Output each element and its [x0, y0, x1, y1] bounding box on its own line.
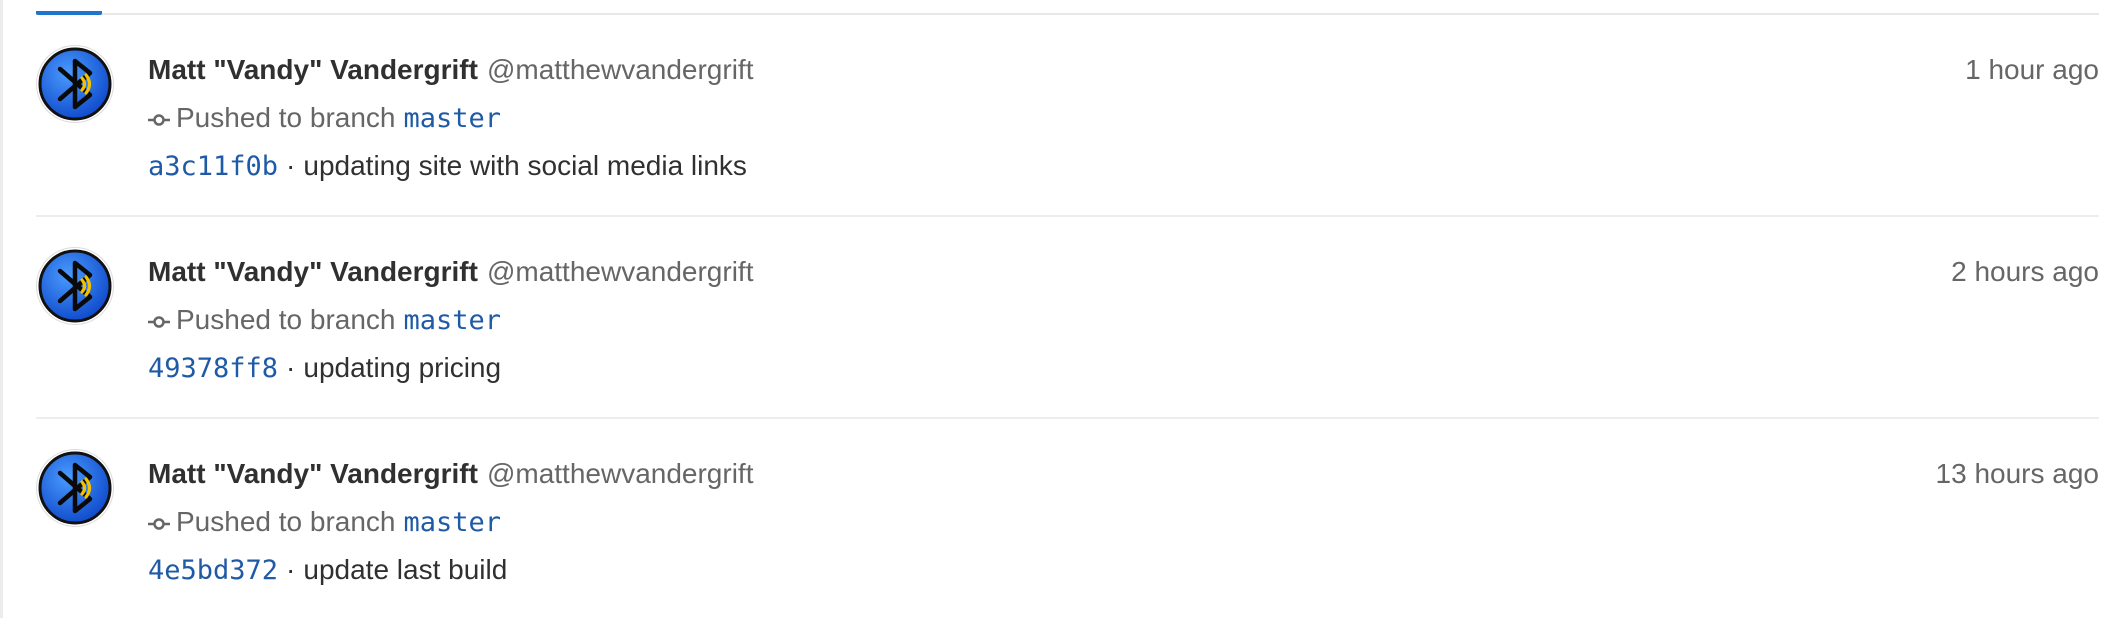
bluetooth-logo-icon	[38, 451, 112, 525]
activity-feed: Matt "Vandy" Vandergrift @matthewvandergr…	[36, 15, 2099, 619]
author-name-link[interactable]: Matt "Vandy" Vandergrift	[148, 256, 478, 287]
commit-sha-link[interactable]: a3c11f0b	[148, 151, 278, 182]
commit-sha-link[interactable]: 49378ff8	[148, 353, 278, 384]
commit-sha-link[interactable]: 4e5bd372	[148, 555, 278, 586]
commit-message: update last build	[303, 554, 508, 585]
event-action-text: Pushed to branch	[176, 102, 396, 133]
activity-event: Matt "Vandy" Vandergrift @matthewvandergr…	[36, 419, 2099, 619]
author-handle[interactable]: @matthewvandergrift	[487, 458, 754, 489]
separator-dot: ·	[286, 554, 296, 585]
event-timestamp: 13 hours ago	[1935, 458, 2099, 489]
commit-line: a3c11f0b · updating site with social media…	[148, 142, 2099, 190]
author-name-link[interactable]: Matt "Vandy" Vandergrift	[148, 54, 478, 85]
commit-icon	[148, 498, 170, 546]
event-timestamp: 1 hour ago	[1965, 54, 2099, 85]
event-content: Matt "Vandy" Vandergrift @matthewvandergr…	[148, 248, 2099, 392]
avatar[interactable]	[36, 449, 114, 527]
commit-line: 4e5bd372 · update last build	[148, 546, 2099, 594]
event-timestamp: 2 hours ago	[1951, 256, 2099, 287]
author-handle[interactable]: @matthewvandergrift	[487, 54, 754, 85]
event-action-line: Pushed to branch master	[148, 296, 2099, 344]
commit-icon	[148, 296, 170, 344]
activity-event: Matt "Vandy" Vandergrift @matthewvandergr…	[36, 15, 2099, 217]
event-author-line: Matt "Vandy" Vandergrift @matthewvandergr…	[148, 248, 2099, 296]
author-handle[interactable]: @matthewvandergrift	[487, 256, 754, 287]
commit-icon	[148, 94, 170, 142]
avatar[interactable]	[36, 247, 114, 325]
commit-message: updating site with social media links	[303, 150, 747, 181]
avatar[interactable]	[36, 45, 114, 123]
commit-message: updating pricing	[303, 352, 502, 383]
event-author-line: Matt "Vandy" Vandergrift @matthewvandergr…	[148, 450, 2099, 498]
bluetooth-logo-icon	[38, 47, 112, 121]
event-content: Matt "Vandy" Vandergrift @matthewvandergr…	[148, 450, 2099, 594]
separator-dot: ·	[286, 150, 296, 181]
branch-link[interactable]: master	[404, 305, 502, 336]
author-name-link[interactable]: Matt "Vandy" Vandergrift	[148, 458, 478, 489]
left-panel-edge	[0, 0, 3, 618]
commit-line: 49378ff8 · updating pricing	[148, 344, 2099, 392]
event-action-text: Pushed to branch	[176, 304, 396, 335]
event-author-line: Matt "Vandy" Vandergrift @matthewvandergr…	[148, 46, 2099, 94]
bluetooth-logo-icon	[38, 249, 112, 323]
event-action-line: Pushed to branch master	[148, 498, 2099, 546]
event-content: Matt "Vandy" Vandergrift @matthewvandergr…	[148, 46, 2099, 190]
branch-link[interactable]: master	[404, 507, 502, 538]
event-action-line: Pushed to branch master	[148, 94, 2099, 142]
separator-dot: ·	[286, 352, 296, 383]
branch-link[interactable]: master	[404, 103, 502, 134]
activity-tab-bar	[36, 0, 2099, 15]
event-action-text: Pushed to branch	[176, 506, 396, 537]
activity-event: Matt "Vandy" Vandergrift @matthewvandergr…	[36, 217, 2099, 419]
